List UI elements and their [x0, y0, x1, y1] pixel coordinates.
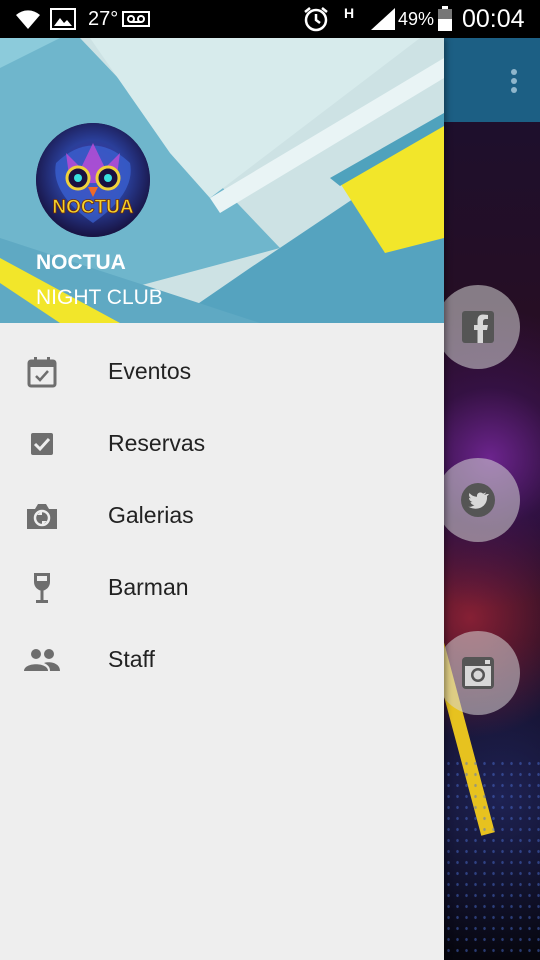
checkbox-icon: [24, 426, 60, 462]
instagram-icon: [462, 657, 494, 689]
camera-icon: [24, 498, 60, 534]
header-subtitle: NIGHT CLUB: [36, 286, 163, 309]
calendar-check-icon: [24, 354, 60, 390]
menu-item-staff[interactable]: Staff: [0, 624, 444, 696]
network-type-text: H: [344, 5, 355, 21]
signal-icon: [370, 0, 396, 38]
noctua-logo: NOCTUA: [36, 123, 150, 237]
menu-item-eventos[interactable]: Eventos: [0, 336, 444, 408]
facebook-icon: [462, 311, 494, 343]
navigation-drawer: NOCTUA NOCTUA NIGHT CLUB Eventos Reserva…: [0, 38, 444, 960]
battery-percent-text: 49%: [398, 8, 435, 29]
logo-text: NOCTUA: [52, 197, 134, 218]
instagram-button[interactable]: [436, 631, 520, 715]
status-bar: 27° H 49% 00:04: [0, 0, 540, 38]
temperature-text: 27°: [88, 7, 119, 30]
wine-glass-icon: [24, 570, 60, 606]
more-vert-icon[interactable]: [502, 66, 526, 96]
facebook-button[interactable]: [436, 285, 520, 369]
clock-text: 00:04: [462, 4, 525, 33]
header-title: NOCTUA: [36, 251, 126, 274]
menu-item-label: Eventos: [108, 358, 192, 384]
twitter-icon: [461, 483, 495, 517]
club-logo-avatar[interactable]: NOCTUA: [36, 123, 150, 237]
decor-stars: [444, 758, 540, 958]
screen: 27° H 49% 00:04 NOCTUA NOCTUA NIGHT CLUB…: [0, 0, 540, 960]
wifi-icon: [14, 0, 42, 38]
menu-item-barman[interactable]: Barman: [0, 552, 444, 624]
menu-item-galerias[interactable]: Galerias: [0, 480, 444, 552]
battery-icon: [437, 0, 453, 38]
menu-item-label: Galerias: [108, 502, 194, 528]
menu-item-reservas[interactable]: Reservas: [0, 408, 444, 480]
drawer-header: NOCTUA NOCTUA NIGHT CLUB: [0, 38, 444, 323]
image-icon: [50, 0, 76, 38]
menu-item-label: Barman: [108, 574, 189, 600]
voicemail-icon: [122, 0, 150, 38]
people-icon: [24, 642, 60, 678]
menu-item-label: Staff: [108, 646, 155, 672]
twitter-button[interactable]: [436, 458, 520, 542]
drawer-menu: Eventos Reservas Galerias Barman Staff: [0, 336, 444, 696]
alarm-icon: [302, 0, 330, 38]
menu-item-label: Reservas: [108, 430, 206, 456]
